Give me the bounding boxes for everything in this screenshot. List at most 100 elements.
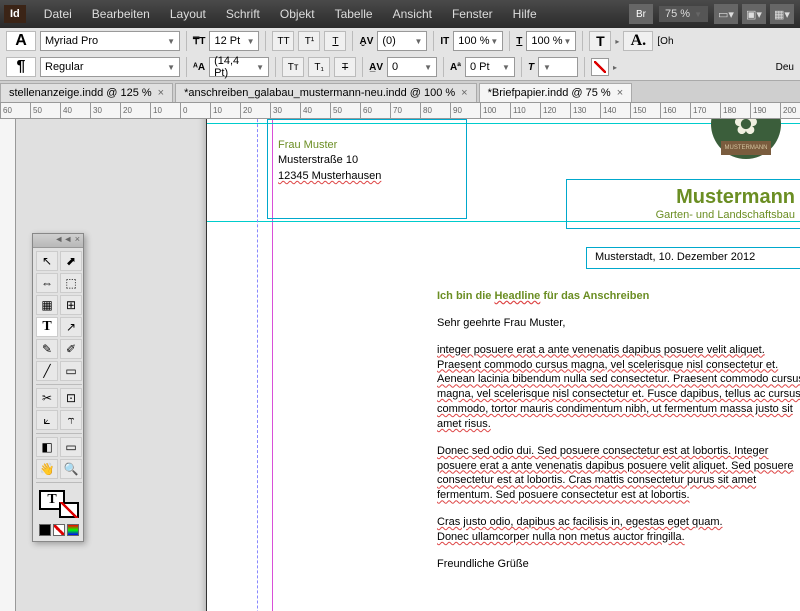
ruler-tick: 40 bbox=[60, 103, 72, 119]
fill-stroke-swatch[interactable]: T bbox=[37, 488, 81, 518]
gradient-feather-tool[interactable]: ⥾ bbox=[60, 410, 82, 430]
content-placer-tool[interactable]: ⊞ bbox=[60, 295, 82, 315]
menu-bearbeiten[interactable]: Bearbeiten bbox=[82, 3, 160, 25]
ruler-tick: 110 bbox=[510, 103, 526, 119]
character-formatting-icon[interactable]: A bbox=[6, 31, 36, 51]
paragraph-formatting-icon[interactable]: ¶ bbox=[6, 57, 36, 77]
zoom-level[interactable]: 75 %▼ bbox=[659, 6, 708, 22]
ruler-tick: 170 bbox=[690, 103, 706, 119]
hand-tool[interactable]: 👋 bbox=[36, 459, 58, 479]
menu-layout[interactable]: Layout bbox=[160, 3, 216, 25]
small-caps-button[interactable]: Tᴛ bbox=[282, 57, 304, 77]
headline: Ich bin die Headline für das Anschreiben bbox=[437, 289, 800, 304]
brand-name: Mustermann bbox=[577, 186, 795, 209]
column-guide bbox=[257, 119, 258, 611]
workarea: 6050403020100102030405060708090100110120… bbox=[0, 103, 800, 611]
page-tool[interactable]: ⇔ bbox=[36, 273, 58, 293]
tab-anschreiben[interactable]: *anschreiben_galabau_mustermann-neu.indd… bbox=[175, 83, 477, 102]
apply-color-icon[interactable] bbox=[39, 524, 51, 536]
superscript-button[interactable]: T¹ bbox=[298, 31, 320, 51]
ruler-tick: 80 bbox=[420, 103, 432, 119]
menu-hilfe[interactable]: Hilfe bbox=[503, 3, 547, 25]
apply-none-icon[interactable] bbox=[53, 524, 65, 536]
control-panel: A Myriad Pro▼ ₸T 12 Pt▼ TT T¹ T A̮V (0)▼… bbox=[0, 28, 800, 81]
menu-schrift[interactable]: Schrift bbox=[216, 3, 270, 25]
content-collector-tool[interactable]: ▦ bbox=[36, 295, 58, 315]
closing: Freundliche Grüße bbox=[437, 557, 800, 572]
note-tool[interactable]: ◧ bbox=[36, 437, 58, 457]
language-value[interactable]: Deu bbox=[776, 62, 794, 73]
pencil-tool[interactable]: ✐ bbox=[60, 339, 82, 359]
kerning-icon: A̮V bbox=[359, 36, 373, 47]
tab-briefpapier[interactable]: *Briefpapier.indd @ 75 %× bbox=[479, 83, 633, 102]
char-style-icon[interactable]: A. bbox=[623, 31, 653, 51]
baseline-input[interactable]: 0 Pt▼ bbox=[465, 57, 515, 77]
selection-tool[interactable]: ↖ bbox=[36, 251, 58, 271]
brand-subtitle: Garten- und Landschaftsbau bbox=[577, 209, 795, 221]
kerning-input[interactable]: (0)▼ bbox=[377, 31, 427, 51]
gap-tool[interactable]: ⬚ bbox=[60, 273, 82, 293]
font-style-select[interactable]: Regular▼ bbox=[40, 57, 180, 77]
bridge-icon[interactable]: Br bbox=[629, 4, 653, 24]
strikethrough-button[interactable]: T bbox=[334, 57, 356, 77]
underline-button[interactable]: T bbox=[324, 31, 346, 51]
close-icon[interactable]: × bbox=[158, 87, 164, 99]
body-text-frame[interactable]: Ich bin die Headline für das Anschreiben… bbox=[437, 289, 800, 584]
free-transform-tool[interactable]: ⊡ bbox=[60, 388, 82, 408]
canvas[interactable]: Frau Muster Musterstraße 10 12345 Muster… bbox=[16, 119, 800, 611]
arrange-icon[interactable]: ▦▾ bbox=[770, 4, 794, 24]
menu-tabelle[interactable]: Tabelle bbox=[325, 3, 383, 25]
apply-gradient-icon[interactable] bbox=[67, 524, 79, 536]
screen-mode-icon[interactable]: ▣▾ bbox=[742, 4, 766, 24]
zoom-tool[interactable]: 🔍 bbox=[60, 459, 82, 479]
menu-objekt[interactable]: Objekt bbox=[270, 3, 325, 25]
direct-selection-tool[interactable]: ⬈ bbox=[60, 251, 82, 271]
gradient-swatch-tool[interactable]: ⟀ bbox=[36, 410, 58, 430]
hscale-input[interactable]: 100 %▼ bbox=[526, 31, 576, 51]
ruler-tick: 160 bbox=[660, 103, 676, 119]
rectangle-tool[interactable]: ▭ bbox=[60, 361, 82, 381]
skew-input[interactable]: ▼ bbox=[538, 57, 578, 77]
leading-icon: ᴬA bbox=[193, 62, 205, 73]
menu-ansicht[interactable]: Ansicht bbox=[383, 3, 442, 25]
type-tool[interactable]: T bbox=[36, 317, 58, 337]
subscript-button[interactable]: T₁ bbox=[308, 57, 330, 77]
date-frame[interactable]: Musterstadt, 10. Dezember 2012 bbox=[586, 247, 800, 269]
date-text: Musterstadt, 10. Dezember 2012 bbox=[595, 251, 755, 263]
ruler-tick: 10 bbox=[210, 103, 222, 119]
ruler-tick: 60 bbox=[0, 103, 12, 119]
horizontal-ruler[interactable]: 6050403020100102030405060708090100110120… bbox=[0, 103, 800, 119]
vscale-input[interactable]: 100 %▼ bbox=[453, 31, 503, 51]
close-icon[interactable]: × bbox=[461, 87, 467, 99]
body-p2: Donec sed odio dui. Sed posuere consecte… bbox=[437, 444, 800, 503]
tracking-input[interactable]: 0▼ bbox=[387, 57, 437, 77]
address-frame[interactable]: Frau Muster Musterstraße 10 12345 Muster… bbox=[267, 119, 467, 219]
hscale-icon: T bbox=[516, 36, 522, 47]
tools-panel[interactable]: ◄◄ × ↖ ⬈ ⇔ ⬚ ▦ ⊞ T ↗ ✎ ✐ ╱ ▭ ✂ ⊡ ⟀ ⥾ ◧ ▭… bbox=[32, 233, 84, 542]
close-icon[interactable]: × bbox=[617, 87, 623, 99]
brand-frame[interactable]: Mustermann Garten- und Landschaftsbau bbox=[566, 179, 800, 229]
stroke-swatch[interactable] bbox=[59, 502, 79, 518]
vertical-ruler[interactable] bbox=[0, 119, 16, 611]
line-tool[interactable]: ↗ bbox=[60, 317, 82, 337]
stroke-none-icon[interactable] bbox=[591, 58, 609, 76]
logo-frame[interactable]: ✿ MUSTERMANN bbox=[686, 119, 800, 169]
scissors-tool[interactable]: ✂ bbox=[36, 388, 58, 408]
leading-input[interactable]: (14,4 Pt)▼ bbox=[209, 57, 269, 77]
app-logo[interactable]: Id bbox=[4, 5, 26, 23]
view-mode-icon[interactable]: ▭▾ bbox=[714, 4, 738, 24]
eyedropper-tool[interactable]: ▭ bbox=[60, 437, 82, 457]
ruler-tick: 150 bbox=[630, 103, 646, 119]
pen-tool[interactable]: ✎ bbox=[36, 339, 58, 359]
menu-fenster[interactable]: Fenster bbox=[442, 3, 503, 25]
panel-header[interactable]: ◄◄ × bbox=[33, 234, 83, 248]
document-tabs: stellenanzeige.indd @ 125 %× *anschreibe… bbox=[0, 81, 800, 103]
ruler-tick: 200 bbox=[780, 103, 796, 119]
font-family-select[interactable]: Myriad Pro▼ bbox=[40, 31, 180, 51]
all-caps-button[interactable]: TT bbox=[272, 31, 294, 51]
fill-color-button[interactable]: T bbox=[589, 31, 611, 51]
tab-stellenanzeige[interactable]: stellenanzeige.indd @ 125 %× bbox=[0, 83, 173, 102]
rectangle-frame-tool[interactable]: ╱ bbox=[36, 361, 58, 381]
menu-datei[interactable]: Datei bbox=[34, 3, 82, 25]
font-size-input[interactable]: 12 Pt▼ bbox=[209, 31, 259, 51]
